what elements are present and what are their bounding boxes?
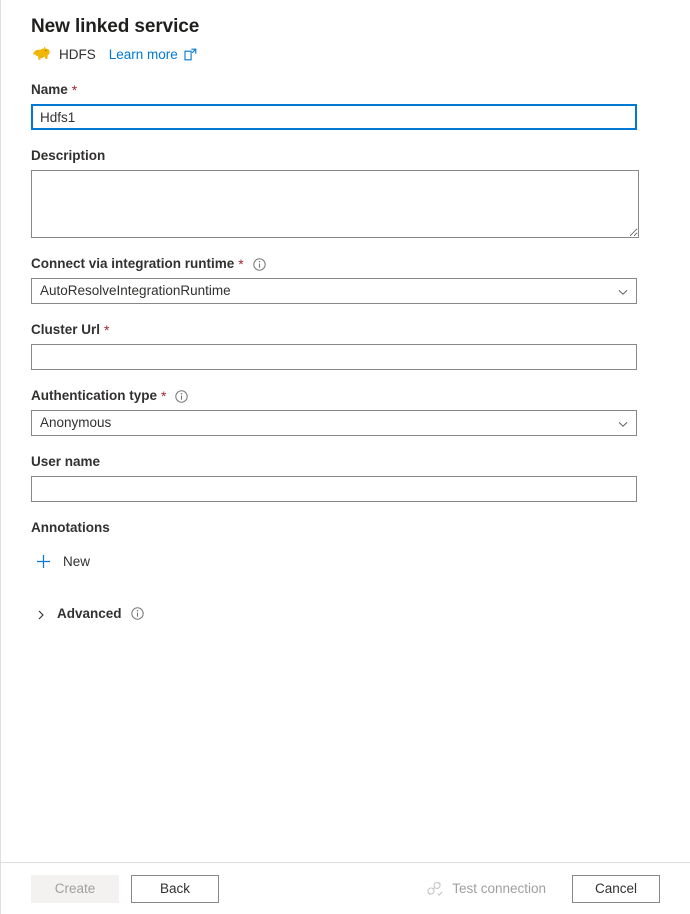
cluster-url-label: Cluster Url bbox=[31, 321, 100, 339]
integration-runtime-label: Connect via integration runtime bbox=[31, 255, 234, 273]
authentication-type-label-row: Authentication type * bbox=[31, 387, 660, 405]
add-annotation-button[interactable]: New bbox=[36, 550, 90, 572]
integration-runtime-label-row: Connect via integration runtime * bbox=[31, 255, 660, 273]
back-button[interactable]: Back bbox=[131, 875, 219, 903]
name-label-row: Name * bbox=[31, 81, 660, 99]
panel-footer: Create Back Test connection Cancel bbox=[1, 862, 690, 914]
description-label-row: Description bbox=[31, 147, 660, 165]
cluster-url-required-asterisk: * bbox=[104, 323, 109, 337]
page-title: New linked service bbox=[31, 14, 660, 40]
name-input[interactable] bbox=[31, 104, 637, 130]
test-connection-label: Test connection bbox=[452, 881, 546, 896]
name-label: Name bbox=[31, 81, 68, 99]
field-annotations: Annotations New bbox=[31, 519, 660, 574]
description-label: Description bbox=[31, 147, 105, 165]
annotations-label-row: Annotations bbox=[31, 519, 660, 537]
annotations-label: Annotations bbox=[31, 519, 110, 537]
user-name-input[interactable] bbox=[31, 476, 637, 502]
field-cluster-url: Cluster Url * bbox=[31, 321, 660, 370]
integration-runtime-value: AutoResolveIntegrationRuntime bbox=[32, 279, 636, 303]
authentication-type-label: Authentication type bbox=[31, 387, 157, 405]
integration-runtime-required-asterisk: * bbox=[238, 257, 243, 271]
plus-icon bbox=[36, 554, 51, 569]
field-description: Description bbox=[31, 147, 660, 238]
field-integration-runtime: Connect via integration runtime * AutoRe… bbox=[31, 255, 660, 304]
cluster-url-input[interactable] bbox=[31, 344, 637, 370]
authentication-type-value: Anonymous bbox=[32, 411, 636, 435]
learn-more-link[interactable]: Learn more bbox=[109, 47, 197, 62]
service-subheader: HDFS Learn more bbox=[31, 44, 660, 64]
service-type-label: HDFS bbox=[59, 47, 96, 62]
advanced-label: Advanced bbox=[57, 606, 122, 621]
new-linked-service-panel: New linked service HDFS Learn more bbox=[0, 0, 690, 914]
cancel-button[interactable]: Cancel bbox=[572, 875, 660, 903]
info-icon[interactable] bbox=[175, 390, 188, 403]
chevron-down-icon bbox=[617, 285, 629, 297]
user-name-label: User name bbox=[31, 453, 100, 471]
description-textarea[interactable] bbox=[31, 170, 639, 238]
user-name-label-row: User name bbox=[31, 453, 660, 471]
chevron-right-icon bbox=[35, 608, 47, 620]
plug-connection-icon bbox=[426, 880, 443, 897]
advanced-expander[interactable]: Advanced bbox=[35, 604, 660, 624]
test-connection-button[interactable]: Test connection bbox=[426, 880, 546, 897]
info-icon[interactable] bbox=[131, 607, 144, 620]
hadoop-elephant-icon bbox=[31, 45, 51, 63]
create-button[interactable]: Create bbox=[31, 875, 119, 903]
panel-content: New linked service HDFS Learn more bbox=[1, 0, 690, 862]
integration-runtime-dropdown[interactable]: AutoResolveIntegrationRuntime bbox=[31, 278, 637, 304]
field-authentication-type: Authentication type * Anonymous bbox=[31, 387, 660, 436]
name-required-asterisk: * bbox=[72, 83, 77, 97]
authentication-type-required-asterisk: * bbox=[161, 389, 166, 403]
authentication-type-dropdown[interactable]: Anonymous bbox=[31, 410, 637, 436]
field-name: Name * bbox=[31, 81, 660, 130]
add-annotation-label: New bbox=[63, 554, 90, 569]
info-icon[interactable] bbox=[253, 258, 266, 271]
cluster-url-label-row: Cluster Url * bbox=[31, 321, 660, 339]
external-link-icon bbox=[184, 48, 197, 61]
chevron-down-icon bbox=[617, 417, 629, 429]
learn-more-label: Learn more bbox=[109, 47, 178, 62]
field-user-name: User name bbox=[31, 453, 660, 502]
